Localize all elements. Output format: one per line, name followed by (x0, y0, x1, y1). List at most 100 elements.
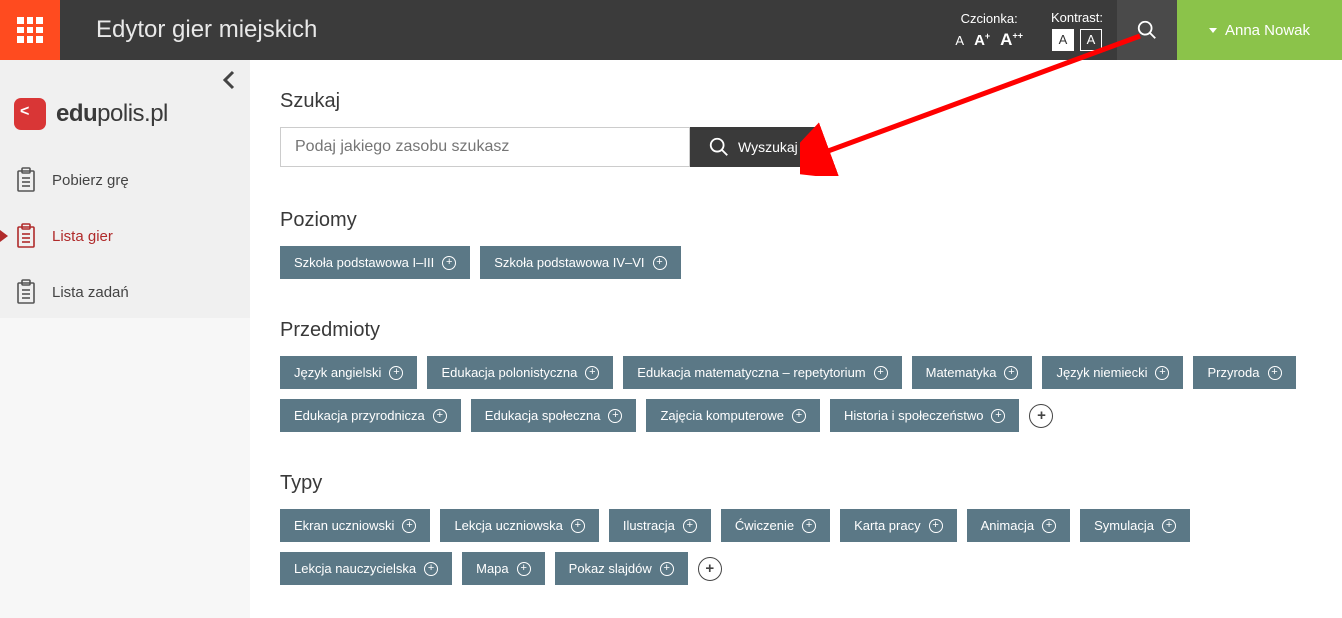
filter-tag[interactable]: Edukacja społeczna+ (471, 399, 637, 432)
main-content: Szukaj Wyszukaj Poziomy Szkoła podstawow… (250, 60, 1342, 618)
filter-tag[interactable]: Historia i społeczeństwo+ (830, 399, 1019, 432)
filter-tag[interactable]: Ekran uczniowski + (280, 509, 430, 542)
font-size-xlarge[interactable]: A++ (1000, 30, 1023, 50)
tag-label: Język niemiecki (1056, 365, 1147, 380)
header-search-button[interactable] (1117, 0, 1177, 60)
plus-circle-icon: + (571, 519, 585, 533)
plus-circle-icon: + (683, 519, 697, 533)
font-size-large[interactable]: A+ (974, 31, 990, 49)
nav-item-0[interactable]: Pobierz grę (0, 152, 250, 208)
filter-tag[interactable]: Symulacja+ (1080, 509, 1190, 542)
tag-label: Zajęcia komputerowe (660, 408, 784, 423)
font-size-label: Czcionka: (961, 11, 1018, 26)
tag-label: Matematyka (926, 365, 997, 380)
contrast-dark-button[interactable]: A (1080, 29, 1102, 51)
plus-circle-icon: + (660, 562, 674, 576)
tag-label: Pokaz slajdów (569, 561, 652, 576)
header: Edytor gier miejskich Czcionka: A A+ A++… (0, 0, 1342, 60)
filter-tag[interactable]: Pokaz slajdów + (555, 552, 688, 585)
font-size-control: Czcionka: A A+ A++ (941, 0, 1037, 60)
search-icon (1136, 19, 1158, 41)
font-size-normal[interactable]: A (955, 33, 964, 48)
user-menu[interactable]: Anna Nowak (1177, 0, 1342, 60)
contrast-control: Kontrast: A A (1037, 0, 1117, 60)
tag-label: Lekcja uczniowska (454, 518, 562, 533)
filter-tag[interactable]: Edukacja przyrodnicza+ (280, 399, 461, 432)
nav-item-label: Lista gier (52, 228, 113, 245)
tag-label: Edukacja matematyczna – repetytorium (637, 365, 865, 380)
filter-tag[interactable]: Zajęcia komputerowe + (646, 399, 820, 432)
plus-circle-icon: + (608, 409, 622, 423)
add-more-button[interactable]: + (1029, 404, 1053, 428)
plus-circle-icon: + (792, 409, 806, 423)
sidebar-collapse-button[interactable] (222, 70, 236, 96)
tag-label: Szkoła podstawowa IV–VI (494, 255, 644, 270)
types-title: Typy (280, 472, 1312, 495)
nav-item-2[interactable]: Lista zadań (0, 264, 250, 320)
plus-circle-icon: + (389, 366, 403, 380)
clipboard-icon (14, 222, 38, 250)
nav-item-label: Pobierz grę (52, 172, 129, 189)
nav-item-1[interactable]: Lista gier (0, 208, 250, 264)
tag-label: Lekcja nauczycielska (294, 561, 416, 576)
filter-tag[interactable]: Szkoła podstawowa IV–VI+ (480, 246, 680, 279)
filter-tag[interactable]: Edukacja polonistyczna+ (427, 356, 613, 389)
filter-tag[interactable]: Edukacja matematyczna – repetytorium + (623, 356, 901, 389)
tag-label: Symulacja (1094, 518, 1154, 533)
contrast-light-button[interactable]: A (1052, 29, 1074, 51)
filter-tag[interactable]: Ilustracja + (609, 509, 711, 542)
tag-label: Szkoła podstawowa I–III (294, 255, 434, 270)
filter-tag[interactable]: Lekcja nauczycielska+ (280, 552, 452, 585)
search-icon (708, 136, 730, 158)
levels-title: Poziomy (280, 209, 1312, 232)
tag-label: Język angielski (294, 365, 381, 380)
plus-circle-icon: + (585, 366, 599, 380)
logo-text: edupolis.pl (56, 100, 168, 128)
tag-label: Historia i społeczeństwo (844, 408, 983, 423)
filter-tag[interactable]: Lekcja uczniowska + (440, 509, 598, 542)
add-more-button[interactable]: + (698, 557, 722, 581)
contrast-label: Kontrast: (1051, 10, 1103, 25)
clipboard-icon (14, 278, 38, 306)
filter-tag[interactable]: Język niemiecki+ (1042, 356, 1183, 389)
plus-circle-icon: + (517, 562, 531, 576)
levels-section: Poziomy Szkoła podstawowa I–III+Szkoła p… (280, 209, 1312, 279)
clipboard-icon (14, 166, 38, 194)
filter-tag[interactable]: Szkoła podstawowa I–III + (280, 246, 470, 279)
tag-label: Edukacja przyrodnicza (294, 408, 425, 423)
search-input[interactable] (280, 127, 690, 167)
user-name: Anna Nowak (1225, 22, 1310, 39)
filter-tag[interactable]: Język angielski + (280, 356, 417, 389)
filter-tag[interactable]: Karta pracy + (840, 509, 956, 542)
plus-circle-icon: + (874, 366, 888, 380)
caret-down-icon (1209, 28, 1217, 33)
search-section-title: Szukaj (280, 90, 1312, 113)
filter-tag[interactable]: Przyroda + (1193, 356, 1295, 389)
plus-circle-icon: + (802, 519, 816, 533)
tag-label: Przyroda (1207, 365, 1259, 380)
subjects-section: Przedmioty Język angielski+Edukacja polo… (280, 319, 1312, 432)
tag-label: Ilustracja (623, 518, 675, 533)
subjects-title: Przedmioty (280, 319, 1312, 342)
logo[interactable]: edupolis.pl (0, 68, 250, 152)
filter-tag[interactable]: Matematyka + (912, 356, 1033, 389)
plus-circle-icon: + (402, 519, 416, 533)
logo-badge-icon (14, 98, 46, 130)
plus-circle-icon: + (1268, 366, 1282, 380)
plus-circle-icon: + (442, 256, 456, 270)
plus-circle-icon: + (1042, 519, 1056, 533)
filter-tag[interactable]: Animacja + (967, 509, 1070, 542)
tag-label: Mapa (476, 561, 509, 576)
apps-menu-button[interactable] (0, 0, 60, 60)
tag-label: Animacja (981, 518, 1034, 533)
nav-item-label: Lista zadań (52, 284, 129, 301)
tag-label: Karta pracy (854, 518, 920, 533)
filter-tag[interactable]: Mapa + (462, 552, 545, 585)
plus-circle-icon: + (929, 519, 943, 533)
plus-circle-icon: + (1004, 366, 1018, 380)
tag-label: Ćwiczenie (735, 518, 794, 533)
filter-tag[interactable]: Ćwiczenie + (721, 509, 830, 542)
tag-label: Ekran uczniowski (294, 518, 394, 533)
search-submit-label: Wyszukaj (738, 139, 798, 155)
search-submit-button[interactable]: Wyszukaj (690, 127, 816, 167)
